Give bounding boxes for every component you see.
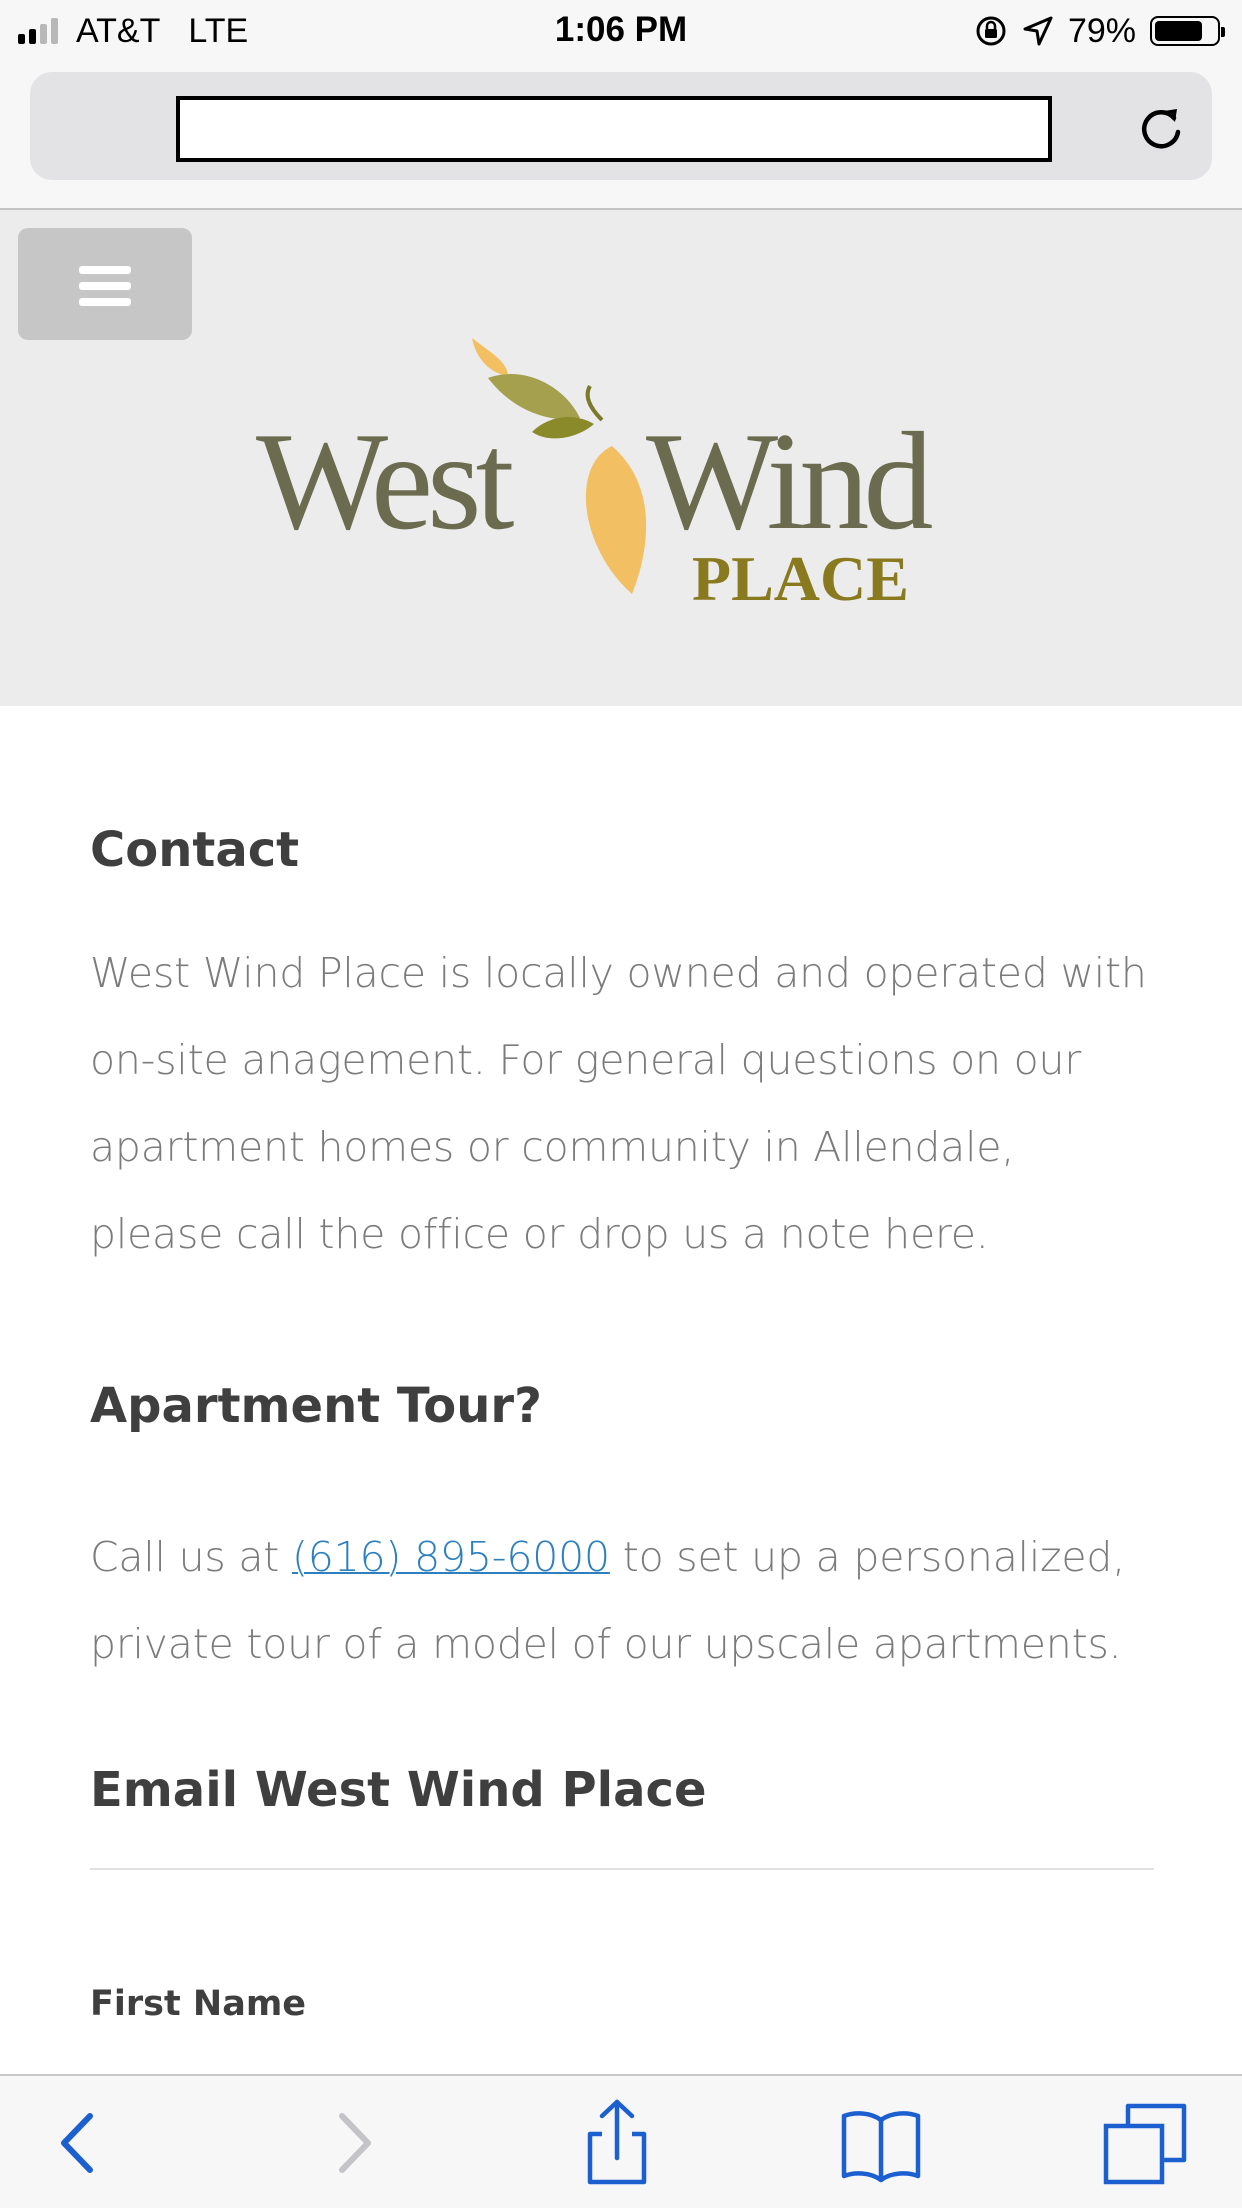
tour-paragraph: Call us at (616) 895-6000 to set up a pe… — [90, 1514, 1154, 1688]
forward-button[interactable] — [308, 2098, 398, 2188]
west-wind-place-logo[interactable]: West Wind PLACE — [250, 338, 990, 628]
tabs-icon[interactable] — [1100, 2098, 1190, 2188]
share-button[interactable] — [572, 2098, 662, 2188]
share-icon[interactable] — [572, 2098, 662, 2188]
url-field[interactable] — [176, 96, 1052, 162]
reload-icon[interactable] — [1134, 102, 1188, 156]
email-heading: Email West Wind Place — [90, 1762, 707, 1818]
orientation-lock-icon — [976, 16, 1006, 46]
logo-wind-text: Wind — [646, 404, 932, 559]
tour-text-prefix: Call us at — [90, 1533, 292, 1581]
status-bar: AT&T LTE 1:06 PM 79% — [0, 0, 1242, 62]
menu-button[interactable] — [18, 228, 192, 340]
first-name-label: First Name — [90, 1984, 307, 2024]
phone-link[interactable]: (616) 895-6000 — [292, 1533, 610, 1581]
logo-west-text: West — [256, 404, 515, 559]
battery-percent: 79% — [1067, 11, 1136, 50]
forward-chevron-icon[interactable] — [308, 2098, 398, 2188]
logo-place-text: PLACE — [692, 543, 909, 614]
bookmarks-icon[interactable] — [836, 2098, 926, 2188]
contact-heading: Contact — [90, 822, 300, 878]
address-bar[interactable] — [30, 72, 1212, 180]
back-button[interactable] — [34, 2098, 124, 2188]
browser-toolbar — [0, 2074, 1242, 2208]
tabs-button[interactable] — [1100, 2098, 1190, 2188]
tour-heading: Apartment Tour? — [90, 1378, 542, 1434]
status-right: 79% — [974, 8, 1225, 54]
bookmarks-button[interactable] — [836, 2098, 926, 2188]
browser-chrome — [0, 62, 1242, 210]
back-chevron-icon[interactable] — [34, 2098, 124, 2188]
location-arrow-icon — [1023, 16, 1053, 46]
contact-paragraph: West Wind Place is locally owned and ope… — [90, 949, 1147, 1258]
section-divider — [90, 1868, 1154, 1870]
site-header: West Wind PLACE — [0, 210, 1242, 706]
battery-icon — [1150, 16, 1225, 46]
